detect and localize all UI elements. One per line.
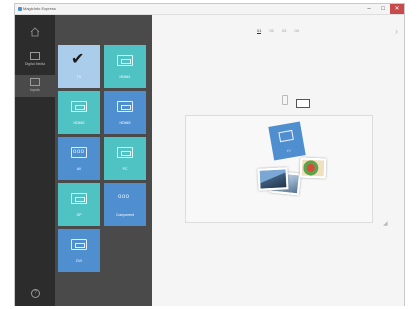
av-icon [71, 147, 87, 158]
tv-card-label: TV [286, 148, 291, 154]
nav-item-inputs[interactable]: Inputs [15, 75, 55, 97]
tile-label: AV [76, 167, 82, 171]
source-tile-dvi[interactable]: DVI [58, 229, 100, 272]
input-icon [30, 78, 40, 86]
source-tile-av[interactable]: AV [58, 137, 100, 180]
pc-icon [117, 147, 133, 158]
page-3[interactable]: 03 [282, 28, 286, 33]
dvi-icon [71, 239, 87, 250]
source-tile-hdmi2[interactable]: HDMI2 [58, 91, 100, 134]
title-bar[interactable]: MagicInfo Express – □ ✕ [15, 4, 404, 15]
page-4[interactable]: 04 [294, 28, 298, 33]
tile-label: HDMI3 [119, 121, 131, 125]
portrait-orientation-icon[interactable] [282, 95, 288, 105]
tv-icon [278, 129, 294, 143]
nav-item-label: Digital Media [24, 62, 46, 66]
media-icon [30, 52, 40, 60]
main-area: 01 02 03 04 › TV ◢ [152, 15, 404, 306]
source-tile-dp[interactable]: DP [58, 183, 100, 226]
tile-label: DP [76, 213, 82, 217]
component-icon [117, 193, 133, 204]
source-tile-pc[interactable]: PC [104, 137, 146, 180]
source-tile-hdmi3[interactable]: HDMI3 [104, 91, 146, 134]
hdmi-icon [117, 101, 133, 112]
hdmi-icon [117, 55, 133, 66]
preview-canvas[interactable]: TV [185, 115, 373, 223]
source-tile-hdmi1[interactable]: HDMI1 [104, 45, 146, 88]
hdmi-icon [71, 101, 87, 112]
minimize-button[interactable]: – [362, 4, 376, 14]
close-button[interactable]: ✕ [390, 4, 404, 14]
window-title: MagicInfo Express [23, 6, 56, 11]
tile-label: HDMI1 [119, 75, 131, 79]
source-panel: ✔ TV HDMI1 HDMI2 HDMI3 AV PC DP C [55, 15, 152, 306]
source-tile-tv[interactable]: ✔ TV [58, 45, 100, 88]
tv-source-card[interactable]: TV [268, 121, 306, 161]
chevron-right-icon[interactable]: › [395, 26, 398, 36]
source-tile-component[interactable]: Component [104, 183, 146, 226]
page-indicator: 01 02 03 04 [257, 28, 307, 34]
help-icon[interactable]: ? [31, 289, 40, 298]
left-nav: Digital Media Inputs ? [15, 15, 55, 306]
app-logo-icon [18, 7, 22, 11]
tile-label: PC [122, 167, 128, 171]
landscape-orientation-icon[interactable] [296, 99, 310, 108]
nav-item-label: Inputs [30, 88, 40, 92]
home-icon[interactable] [30, 27, 40, 37]
page-2[interactable]: 02 [269, 28, 273, 33]
tile-label: TV [76, 75, 82, 79]
maximize-button[interactable]: □ [376, 4, 390, 14]
page-1[interactable]: 01 [257, 28, 262, 34]
photo-thumbnail[interactable] [299, 157, 327, 179]
nav-item-digital-media[interactable]: Digital Media [15, 49, 55, 71]
dp-icon [71, 193, 87, 204]
resize-handle-icon[interactable]: ◢ [383, 220, 388, 227]
tile-label: Component [115, 213, 135, 217]
app-window: MagicInfo Express – □ ✕ Digital Media In… [14, 3, 405, 306]
tile-label: HDMI2 [73, 121, 85, 125]
checkmark-icon: ✔ [71, 51, 85, 68]
photo-thumbnail[interactable] [257, 167, 289, 191]
tile-label: DVI [76, 259, 82, 263]
